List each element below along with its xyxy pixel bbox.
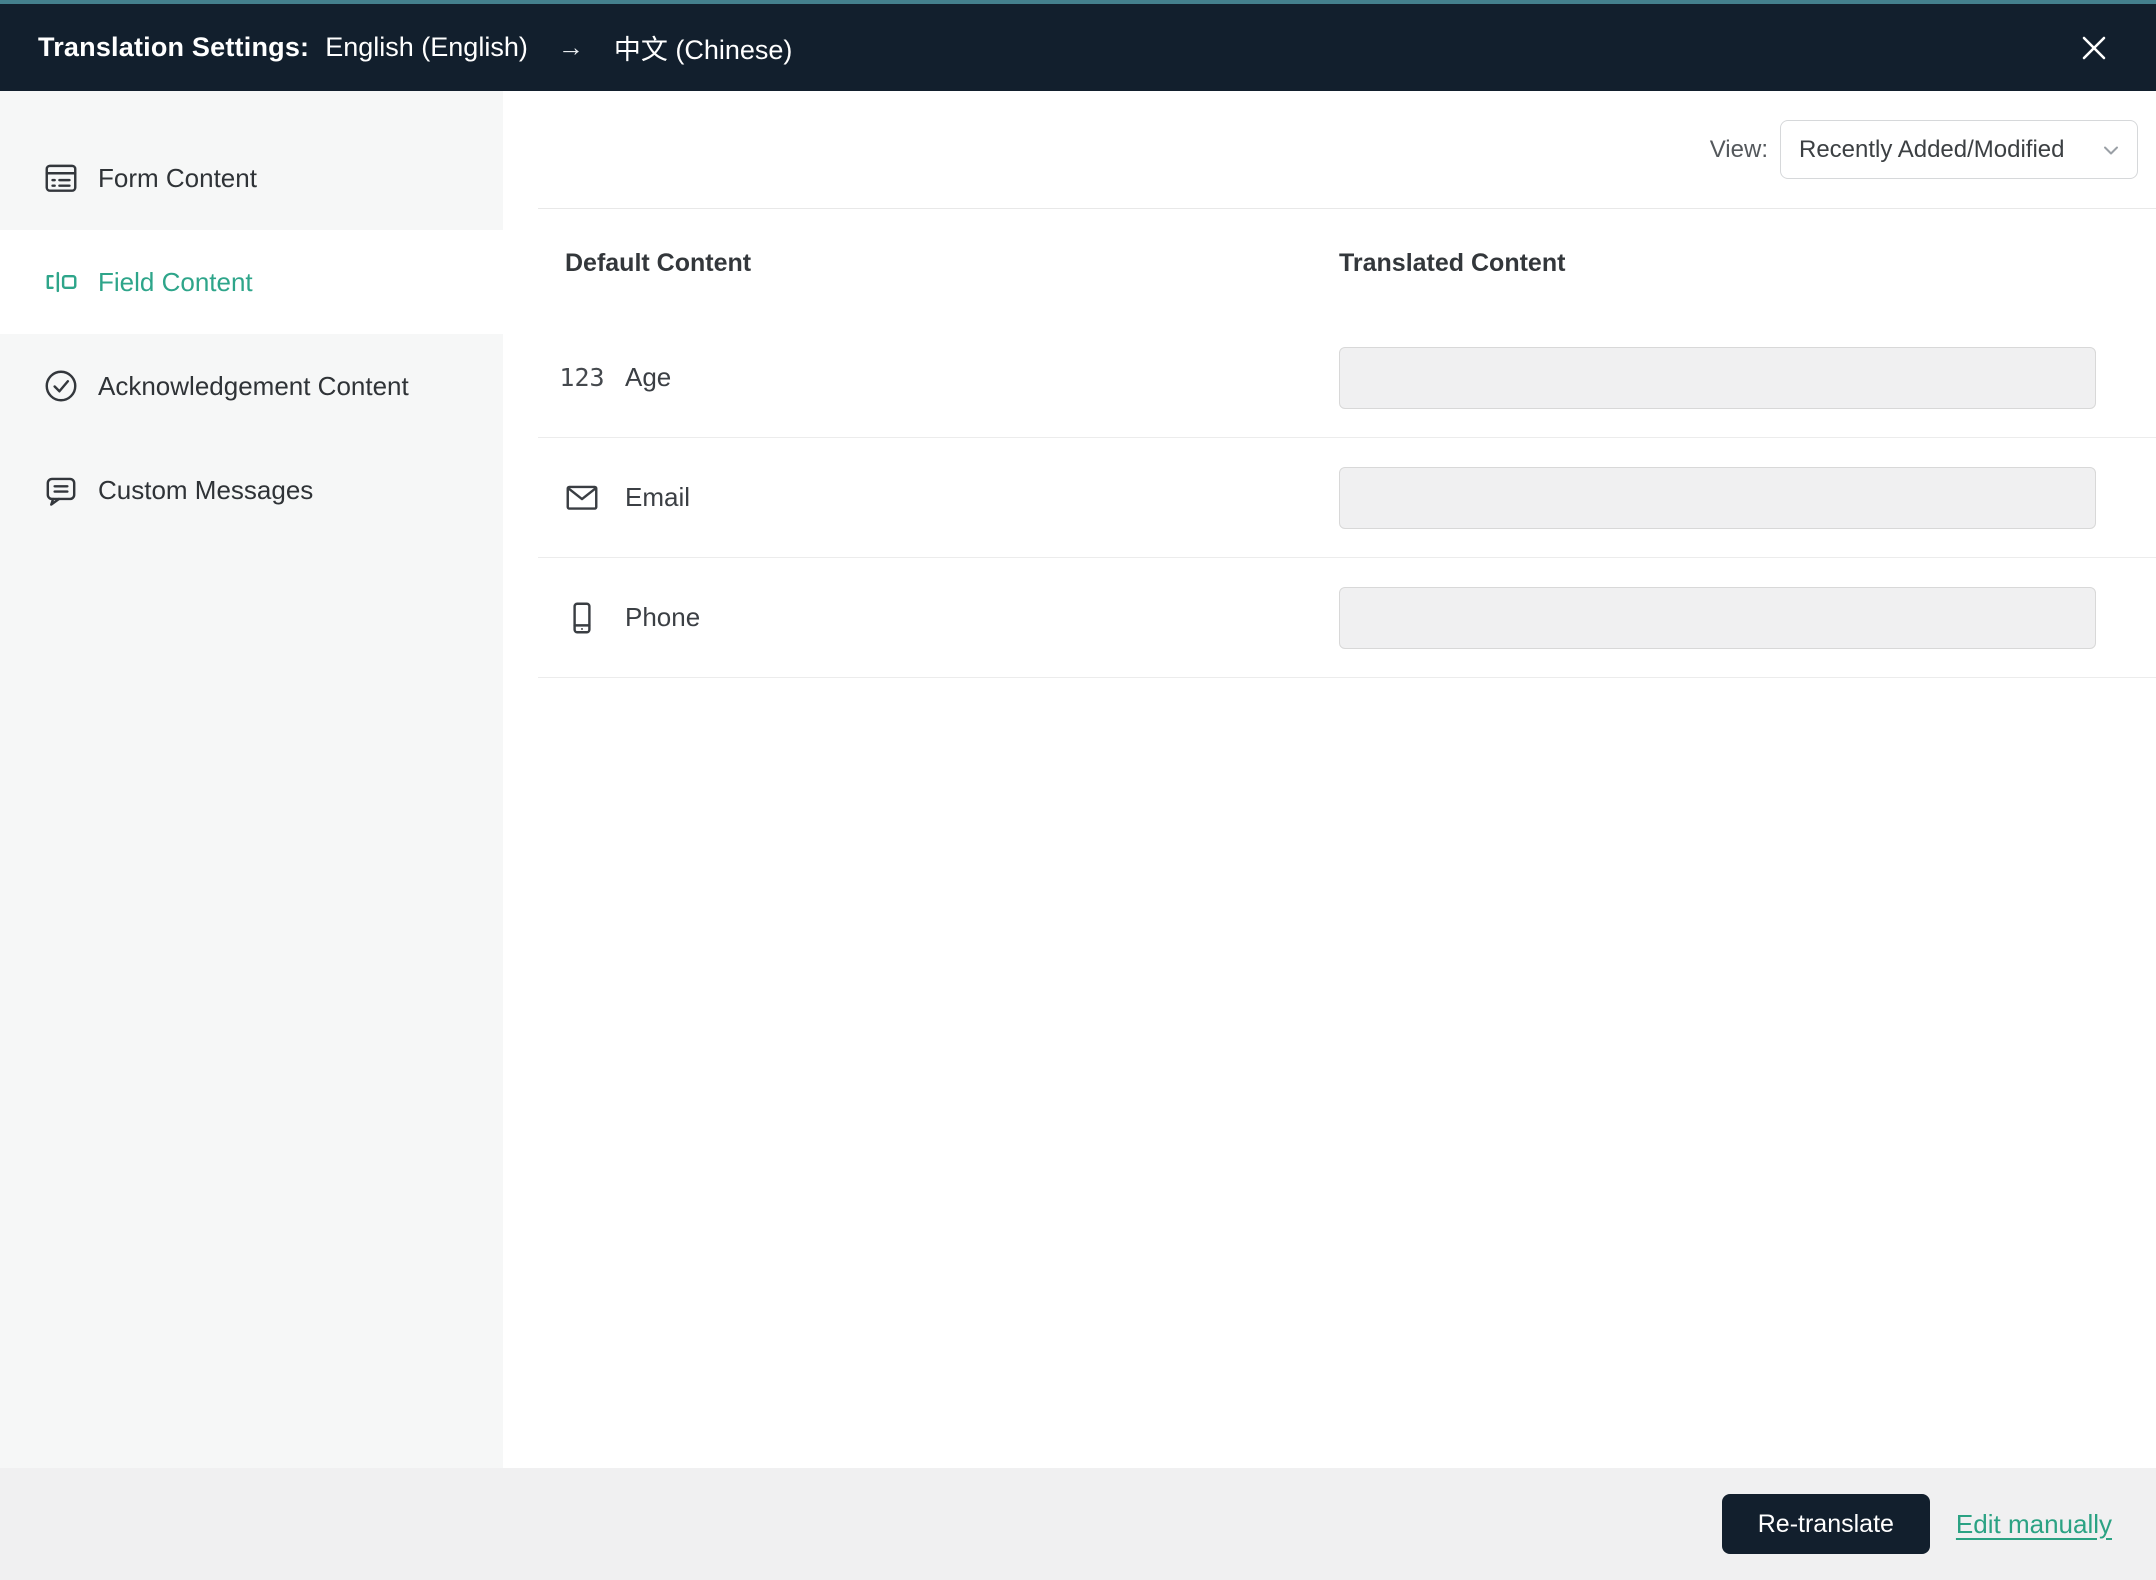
email-icon: [563, 479, 601, 517]
translated-content-cell: [1339, 466, 2156, 529]
close-icon: [2077, 31, 2111, 65]
content-table: Default Content Translated Content 123 A…: [538, 209, 2156, 678]
view-dropdown[interactable]: Recently Added/Modified: [1780, 120, 2138, 179]
translated-content-cell: [1339, 346, 2156, 409]
sidebar-item-field-content[interactable]: Field Content: [0, 230, 503, 334]
main-content: View: Recently Added/Modified Default Co…: [503, 91, 2156, 1468]
sidebar-item-label: Custom Messages: [98, 474, 314, 505]
footer: Re-translate Edit manually: [0, 1468, 2156, 1580]
language-pair: English (English) → 中文 (Chinese): [325, 28, 792, 67]
column-header-translated-content: Translated Content: [1339, 249, 1566, 277]
translated-content-input[interactable]: [1339, 586, 2096, 649]
number-icon: 123: [559, 363, 605, 392]
view-dropdown-value: Recently Added/Modified: [1799, 135, 2065, 163]
empty-area: [503, 678, 2156, 1468]
re-translate-button[interactable]: Re-translate: [1721, 1494, 1930, 1554]
sidebar-item-custom-messages[interactable]: Custom Messages: [0, 438, 503, 542]
table-row: Phone: [538, 558, 2156, 678]
source-language: English (English): [325, 32, 528, 62]
translated-content-input[interactable]: [1339, 346, 2096, 409]
default-content-cell: Phone: [538, 599, 1339, 637]
phone-icon: [563, 599, 601, 637]
close-button[interactable]: [2072, 26, 2116, 70]
sidebar-item-label: Field Content: [98, 266, 253, 297]
sidebar: Form Content Field Content Acknowledgeme…: [0, 91, 503, 1468]
arrow-right-icon: →: [557, 32, 584, 62]
form-icon: [42, 159, 80, 197]
sidebar-item-form-content[interactable]: Form Content: [0, 126, 503, 230]
view-label: View:: [1709, 135, 1768, 163]
default-content-cell: 123 Age: [538, 359, 1339, 397]
edit-manually-link[interactable]: Edit manually: [1956, 1509, 2112, 1540]
table-row: 123 Age: [538, 318, 2156, 438]
sidebar-item-acknowledgement-content[interactable]: Acknowledgement Content: [0, 334, 503, 438]
field-label: Age: [625, 362, 672, 392]
check-circle-icon: [42, 367, 80, 405]
default-content-cell: Email: [538, 479, 1339, 517]
view-toolbar: View: Recently Added/Modified: [538, 91, 2156, 209]
message-icon: [42, 471, 80, 509]
topbar: Translation Settings: English (English) …: [0, 0, 2156, 91]
field-label: Email: [625, 482, 691, 512]
table-row: Email: [538, 438, 2156, 558]
target-language: 中文 (Chinese): [613, 35, 793, 65]
field-label: Phone: [625, 602, 701, 632]
chevron-down-icon: [2099, 138, 2123, 162]
sidebar-item-label: Acknowledgement Content: [98, 370, 409, 401]
modal-title: Translation Settings:: [38, 32, 310, 62]
translated-content-cell: [1339, 586, 2156, 649]
translated-content-input[interactable]: [1339, 466, 2096, 529]
column-header-default-content: Default Content: [565, 249, 752, 277]
translation-settings-modal: Translation Settings: English (English) …: [0, 0, 2156, 1580]
table-header: Default Content Translated Content: [538, 209, 2156, 318]
field-icon: [42, 263, 80, 301]
sidebar-item-label: Form Content: [98, 162, 257, 193]
